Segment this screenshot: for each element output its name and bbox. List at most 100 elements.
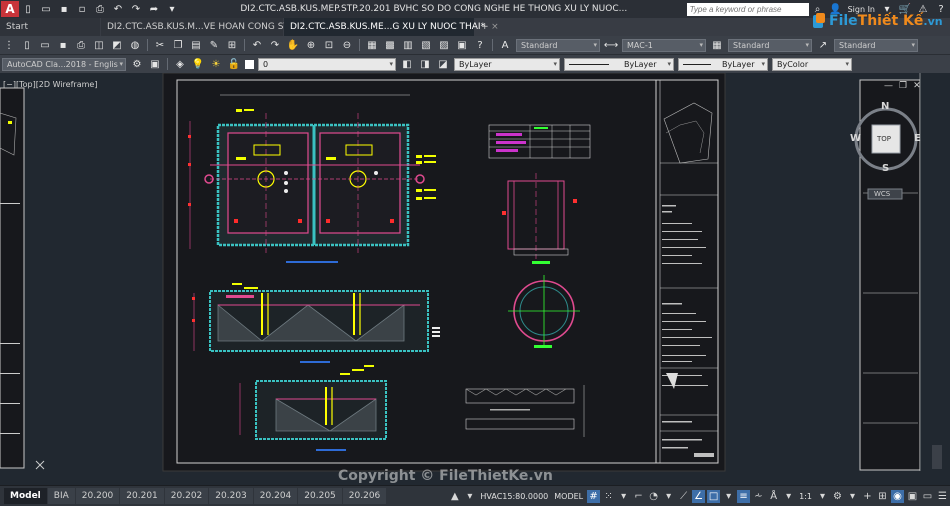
layout-tab-20-203[interactable]: 20.203 — [209, 488, 253, 504]
drawing-canvas[interactable]: [−][Top][2D Wireframe] N S E W TOP WCS —… — [0, 73, 950, 485]
workspace-settings-icon[interactable]: ⚙ — [130, 58, 144, 71]
layout-tab-20-206[interactable]: 20.206 — [342, 488, 387, 504]
new-tab-button[interactable]: + — [475, 18, 495, 36]
chevron-down-icon[interactable]: ▾ — [782, 490, 795, 503]
copy-icon[interactable]: ❐ — [171, 39, 185, 52]
snap-icon[interactable]: ⁙ — [602, 490, 615, 503]
block-editor-icon[interactable]: ⊞ — [225, 39, 239, 52]
print-icon[interactable]: ⎙ — [74, 39, 88, 52]
chevron-down-icon[interactable]: ▾ — [722, 490, 735, 503]
dropdown-icon[interactable]: ▾ — [165, 3, 179, 16]
table-style-select[interactable]: Standard ▾ — [728, 38, 812, 52]
workspace-switch-icon[interactable]: ⚙ — [831, 490, 844, 503]
ucs-menu[interactable]: WCS — [874, 190, 890, 198]
layer-previous-icon[interactable]: ◨ — [418, 58, 432, 71]
tab-drawing-2[interactable]: DI2.CTC.ASB.KUS.ME...G XU LY NUOC THAI* … — [284, 18, 499, 36]
open-icon[interactable]: ▭ — [39, 3, 53, 16]
layout-tab-model[interactable]: Model — [4, 488, 47, 504]
layout-tab-20-202[interactable]: 20.202 — [164, 488, 209, 504]
minimize-icon[interactable]: — — [884, 81, 893, 91]
chevron-down-icon[interactable]: ▾ — [617, 490, 630, 503]
isometric-drafting-icon[interactable]: ⟋ — [677, 490, 690, 503]
layout-tab-bia[interactable]: BIA — [47, 488, 75, 504]
chevron-down-icon[interactable]: ▾ — [662, 490, 675, 503]
make-current-icon[interactable]: ◧ — [400, 58, 414, 71]
design-center-icon[interactable]: ▩ — [383, 39, 397, 52]
share-icon[interactable]: ➦ — [147, 3, 161, 16]
zoom-previous-icon[interactable]: ⊖ — [340, 39, 354, 52]
layout-tab-20-201[interactable]: 20.201 — [120, 488, 164, 504]
annotation-visibility-icon[interactable]: Å — [767, 490, 780, 503]
linetype-select[interactable]: ByLayer ▾ — [564, 57, 674, 71]
preview-icon[interactable]: ◫ — [92, 39, 106, 52]
layout-tab-20-205[interactable]: 20.205 — [298, 488, 342, 504]
object-snap-icon[interactable]: □ — [707, 489, 721, 503]
help-icon[interactable]: ? — [473, 39, 487, 52]
layer-properties-icon[interactable]: ◈ — [173, 58, 187, 71]
new-icon[interactable]: ▯ — [20, 39, 34, 52]
mleader-style-select[interactable]: Standard ▾ — [834, 38, 918, 52]
plotstyle-select[interactable]: ByColor ▾ — [772, 57, 852, 71]
color-select[interactable]: ByLayer ▾ — [454, 57, 560, 71]
layer-select[interactable]: 0 ▾ — [258, 57, 396, 71]
layout-tab-20-200[interactable]: 20.200 — [75, 488, 120, 504]
pan-icon[interactable]: ✋ — [286, 39, 300, 52]
close-icon[interactable]: ✕ — [913, 81, 921, 91]
tool-palettes-icon[interactable]: ▥ — [401, 39, 415, 52]
save-icon[interactable]: ▪ — [57, 3, 71, 16]
tab-start[interactable]: Start — [0, 18, 100, 36]
units-icon[interactable]: ⊞ — [876, 490, 889, 503]
model-space-toggle[interactable]: MODEL — [554, 492, 583, 501]
properties-icon[interactable]: ▦ — [365, 39, 379, 52]
viewcube[interactable]: N S E W TOP WCS — [846, 97, 928, 207]
markup-icon[interactable]: ▨ — [437, 39, 451, 52]
isolate-objects-icon[interactable]: ◉ — [891, 489, 904, 503]
customize-icon[interactable]: ▣ — [148, 58, 162, 71]
compass-south[interactable]: S — [882, 163, 889, 174]
undo-icon[interactable]: ↶ — [250, 39, 264, 52]
save-icon[interactable]: ▪ — [56, 39, 70, 52]
text-style-select[interactable]: Standard ▾ — [516, 38, 600, 52]
restore-icon[interactable]: ❐ — [899, 81, 907, 91]
sheet-set-icon[interactable]: ▧ — [419, 39, 433, 52]
vertical-scrollbar[interactable] — [932, 445, 942, 469]
grid-icon[interactable]: # — [587, 489, 601, 503]
object-snap-tracking-icon[interactable]: ∠ — [692, 489, 706, 503]
chevron-down-icon[interactable]: ▾ — [846, 490, 859, 503]
new-icon[interactable]: ▯ — [21, 3, 35, 16]
cut-icon[interactable]: ✂ — [153, 39, 167, 52]
chevron-down-icon[interactable]: ▾ — [463, 490, 476, 503]
publish-icon[interactable]: ◩ — [110, 39, 124, 52]
chevron-down-icon[interactable]: ▾ — [816, 490, 829, 503]
calculator-icon[interactable]: ▣ — [455, 39, 469, 52]
layer-iso-icon[interactable]: ◪ — [436, 58, 450, 71]
redo-icon[interactable]: ↷ — [129, 3, 143, 16]
customization-icon[interactable]: ☰ — [936, 490, 949, 503]
redo-icon[interactable]: ↷ — [268, 39, 282, 52]
application-menu-button[interactable]: A — [1, 1, 19, 17]
infer-constraints-icon[interactable]: ⌐ — [632, 490, 645, 503]
globe-icon[interactable]: ◍ — [128, 39, 142, 52]
dim-style-select[interactable]: MAC-1 ▾ — [622, 38, 706, 52]
save-as-icon[interactable]: ▫ — [75, 3, 89, 16]
annotation-monitor-icon[interactable]: + — [861, 490, 874, 503]
annotation-scale[interactable]: 1:1 — [799, 492, 812, 501]
compass-north[interactable]: N — [881, 101, 889, 112]
layer-lock-icon[interactable]: 🔓 — [227, 58, 241, 71]
undo-icon[interactable]: ↶ — [111, 3, 125, 16]
zoom-realtime-icon[interactable]: ⊕ — [304, 39, 318, 52]
tab-drawing-1[interactable]: DI2.CTC.ASB.KUS.M...VE HOAN CONG STP* × — [101, 18, 312, 36]
lineweight-icon[interactable]: ≡ — [737, 489, 751, 503]
lineweight-select[interactable]: ByLayer ▾ — [678, 57, 768, 71]
compass-east[interactable]: E — [914, 133, 921, 144]
hardware-acceleration-icon[interactable]: ▣ — [906, 490, 919, 503]
polar-tracking-icon[interactable]: ◔ — [647, 490, 660, 503]
layer-freeze-icon[interactable]: ☀ — [209, 58, 223, 71]
clean-screen-icon[interactable]: ▭ — [921, 490, 934, 503]
plot-icon[interactable]: ⎙ — [93, 3, 107, 16]
dim-scale-readout[interactable]: HVAC15:80.0000 — [480, 492, 548, 501]
compass-west[interactable]: W — [850, 133, 861, 144]
workspace-select[interactable]: AutoCAD Cla...2018 - Englis ▾ — [2, 57, 126, 71]
zoom-window-icon[interactable]: ⊡ — [322, 39, 336, 52]
layer-on-icon[interactable]: 💡 — [191, 58, 205, 71]
